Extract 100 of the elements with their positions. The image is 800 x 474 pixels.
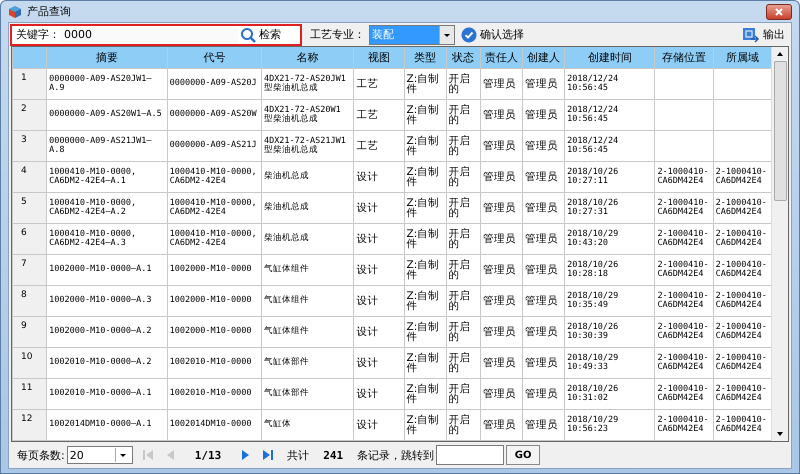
table-cell: 1000410-M10-0000, CA6DM2-42E4—A.3 <box>49 230 136 248</box>
close-button[interactable] <box>766 4 792 20</box>
row-number: 7 <box>21 259 27 269</box>
scrollbar[interactable] <box>771 47 788 441</box>
table-cell: 设计 <box>356 172 378 182</box>
table-cell-text: Z:自制件 <box>406 136 440 156</box>
table-cell: 2018/10/26 10:30:39 <box>567 323 618 341</box>
table-cell: 设计 <box>356 265 378 276</box>
table-cell: 管理员 <box>524 172 558 182</box>
last-page-icon[interactable] <box>261 448 276 462</box>
table-cell-text: 开启的 <box>448 105 472 125</box>
table-cell: 气缸体组件 <box>264 265 309 274</box>
search-button[interactable]: 检索 <box>238 26 283 42</box>
table-cell-text: Z:自制件 <box>406 260 440 280</box>
page-size-dropdown[interactable]: 20 <box>66 446 133 464</box>
table-cell: 2018/12/24 10:56:45 <box>567 137 618 155</box>
table-cell: 0000000-A09-AS21JW1— A.8 <box>49 137 152 155</box>
table-cell: 设计 <box>356 234 378 244</box>
table-cell: 2-1000410- CA6DM42E4 <box>657 261 709 279</box>
table-cell: 管理员 <box>524 141 558 152</box>
table-cell: 1002000-M10-0000—A.3 <box>49 296 152 306</box>
table-cell-text: 开启的 <box>448 229 472 249</box>
table-cell: 设计 <box>356 203 378 214</box>
row-number: 5 <box>21 197 27 207</box>
table-cell-text: 开启的 <box>448 136 472 156</box>
table-cell: 2-1000410- CA6DM42E4 <box>716 416 767 434</box>
table-cell-text: Z:自制件 <box>406 105 440 125</box>
table-cell: 2-1000410- CA6DM42E4 <box>657 230 709 248</box>
table-cell: 0000000-A09-AS20JW1— A.9 <box>49 75 152 93</box>
table-cell: 管理员 <box>524 265 558 276</box>
export-icon <box>742 26 760 42</box>
table-cell-text: Z:自制件 <box>406 384 440 404</box>
row-number: 8 <box>21 290 27 300</box>
row-number: 4 <box>21 166 27 176</box>
table-cell: 管理员 <box>482 141 516 152</box>
column-header: 所属域 <box>726 51 759 64</box>
keyword-field[interactable]: 0000 <box>60 26 238 42</box>
table-cell: 柴油机总成 <box>264 234 309 244</box>
table-cell: 2-1000410- CA6DM42E4 <box>657 168 709 186</box>
row-number: 2 <box>21 104 27 114</box>
table-cell: 管理员 <box>524 389 558 400</box>
column-header: 创建时间 <box>588 51 632 64</box>
table-cell-text: 开启的 <box>448 74 472 94</box>
column-header: 代号 <box>203 51 226 64</box>
table-cell: 2-1000410- CA6DM42E4 <box>716 230 767 248</box>
row-number: 12 <box>21 414 32 424</box>
table-cell: 2-1000410- CA6DM42E4 <box>716 385 767 403</box>
confirm-button[interactable]: 确认选择 <box>459 26 526 42</box>
total-label: 共计 <box>287 448 310 462</box>
table-cell: 1000410-M10-0000, CA6DM2-42E4 <box>170 168 257 186</box>
table-cell: 管理员 <box>524 296 558 306</box>
table-cell: 管理员 <box>482 203 516 214</box>
table-cell: 1000410-M10-0000, CA6DM2-42E4 <box>170 230 257 248</box>
table-cell: 1002010-M10-0000 <box>170 389 252 398</box>
table-cell: 4DX21-72-AS20W1 型柴油机总成 <box>264 106 341 124</box>
column-header: 存储位置 <box>662 51 706 64</box>
table-cell: 2-1000410- CA6DM42E4 <box>716 168 767 186</box>
table-cell: 管理员 <box>524 234 558 244</box>
table-cell: 1002014DM10-0000—A.1 <box>49 420 152 430</box>
table-cell: 4DX21-72-AS20JW1 型柴油机总成 <box>264 75 346 93</box>
row-number: 11 <box>21 383 32 393</box>
table-cell: 2-1000410- CA6DM42E4 <box>657 416 709 434</box>
window-title: 产品查询 <box>27 4 71 19</box>
table-cell: 2018/12/24 10:56:45 <box>567 106 618 124</box>
table-cell: 0000000-A09-AS21J <box>170 141 257 150</box>
page-number-field[interactable] <box>436 445 504 465</box>
table-cell: 2018/10/29 10:49:33 <box>567 354 618 372</box>
table-cell: 1002000-M10-0000—A.1 <box>49 265 152 274</box>
table-cell-text: Z:自制件 <box>406 74 440 94</box>
table-cell-text: Z:自制件 <box>406 322 440 342</box>
table-cell: 设计 <box>356 296 378 306</box>
table-cell: 2-1000410- CA6DM42E4 <box>716 199 767 217</box>
jump-label: 条记录，跳转到 <box>357 448 434 462</box>
table-cell: 管理员 <box>482 420 516 430</box>
go-button[interactable]: GO <box>506 445 540 465</box>
table-cell: 设计 <box>356 420 378 430</box>
table-cell: 管理员 <box>482 234 516 244</box>
table-cell-text: 开启的 <box>448 322 472 342</box>
table-cell-text: Z:自制件 <box>406 229 440 249</box>
export-button[interactable]: 输出 <box>740 26 787 42</box>
table-cell-text: Z:自制件 <box>406 198 440 218</box>
column-header: 状态 <box>452 51 474 64</box>
column-header: 名称 <box>296 51 319 64</box>
table-cell: 1002010-M10-0000—A.1 <box>49 389 152 398</box>
table-cell: 管理员 <box>482 358 516 368</box>
table-cell: 管理员 <box>482 79 516 90</box>
table-cell: 2-1000410- CA6DM42E4 <box>716 354 767 372</box>
table-cell-text: 开启的 <box>448 384 472 404</box>
table-cell: 4DX21-72-AS21JW1 型柴油机总成 <box>264 137 346 155</box>
table-cell: 管理员 <box>482 265 516 276</box>
table-cell: 2-1000410- CA6DM42E4 <box>716 292 767 310</box>
cube-icon <box>8 4 22 18</box>
table-cell: 2-1000410- CA6DM42E4 <box>657 354 709 372</box>
row-number: 3 <box>21 135 27 145</box>
table-cell: 管理员 <box>524 203 558 214</box>
table-cell: 0000000-A09-AS20W1—A.5 <box>49 110 162 120</box>
table-cell: 管理员 <box>482 327 516 338</box>
table-cell: 1002000-M10-0000 <box>170 265 252 274</box>
table-cell: 工艺 <box>356 79 378 90</box>
table-cell: 气缸体部件 <box>264 389 309 398</box>
